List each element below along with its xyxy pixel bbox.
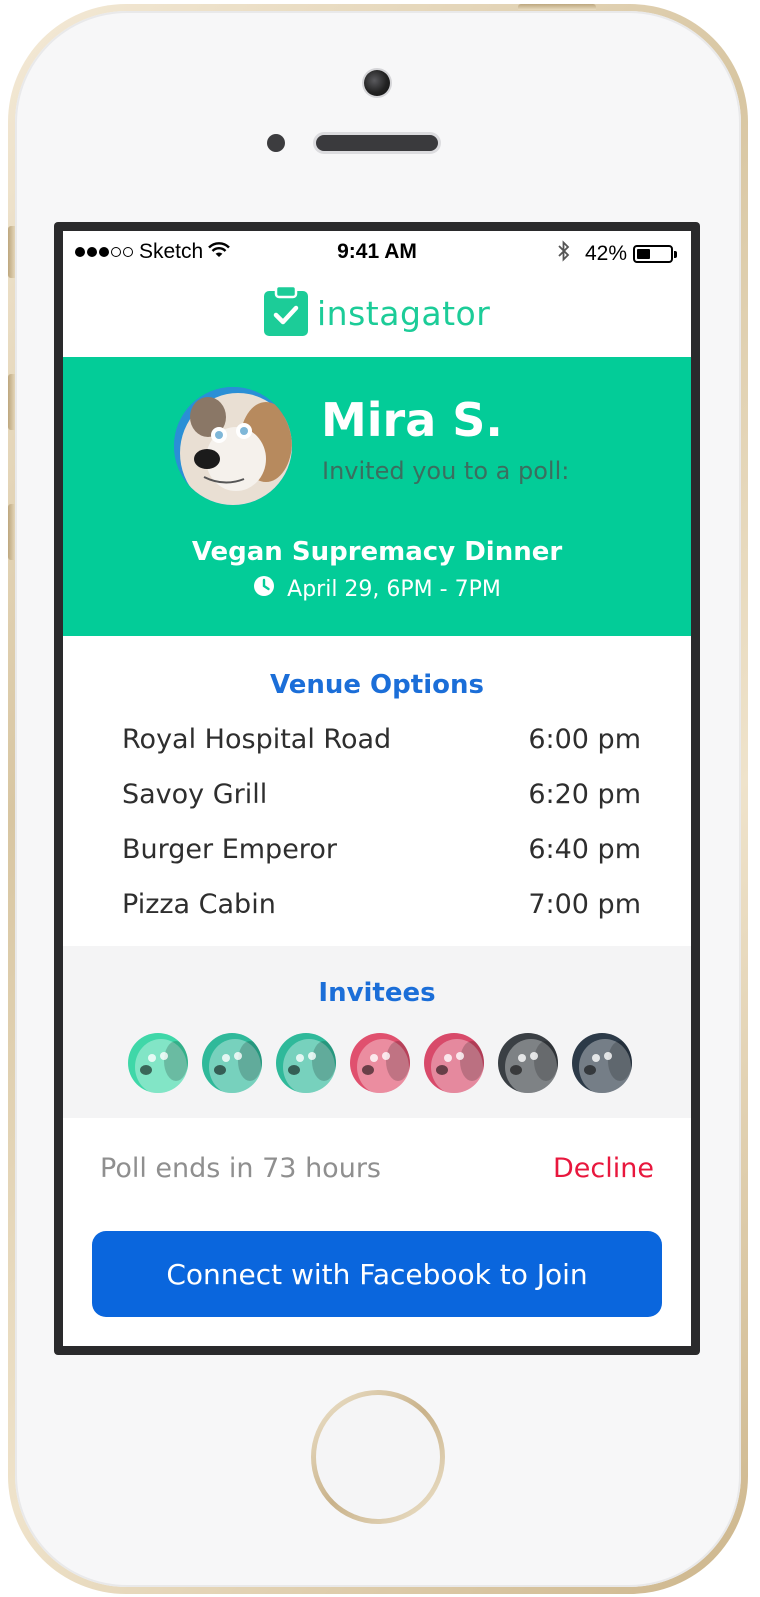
battery-cap [674, 250, 677, 258]
clock-icon [253, 575, 275, 603]
poll-ends-text: Poll ends in 73 hours [100, 1153, 381, 1184]
battery-percentage: 42% [584, 242, 627, 265]
venue-time: 6:20 pm [528, 779, 641, 810]
front-camera [364, 70, 390, 96]
host-avatar[interactable] [174, 387, 292, 505]
invitee-avatar[interactable] [202, 1033, 262, 1093]
invitee-avatar[interactable] [128, 1033, 188, 1093]
screen-bezel: Sketch 9:41 AM 42% instagator Mira S. In… [54, 222, 700, 1355]
invitee-avatar-list [128, 1033, 632, 1093]
app-display: Sketch 9:41 AM 42% instagator Mira S. In… [63, 231, 691, 1346]
venue-name: Pizza Cabin [122, 889, 276, 920]
invitees-section: Invitees [63, 946, 691, 1118]
venue-time: 7:00 pm [528, 889, 641, 920]
venue-time: 6:00 pm [528, 724, 641, 755]
invitee-avatar[interactable] [498, 1033, 558, 1093]
decline-link[interactable]: Decline [553, 1153, 654, 1184]
invitee-avatar[interactable] [572, 1033, 632, 1093]
invitation-banner: Mira S. Invited you to a poll: Vegan Sup… [63, 357, 691, 636]
proximity-sensor [267, 134, 285, 152]
app-name: instagator [317, 294, 491, 333]
earpiece-speaker [316, 135, 438, 151]
event-time: April 29, 6PM - 7PM [63, 575, 691, 603]
battery-level [637, 249, 650, 259]
venue-option-row[interactable]: Burger Emperor 6:40 pm [122, 834, 641, 874]
invitee-avatar[interactable] [424, 1033, 484, 1093]
event-time-label: April 29, 6PM - 7PM [287, 576, 501, 602]
invitee-avatar[interactable] [350, 1033, 410, 1093]
power-button [518, 4, 596, 10]
app-logo: instagator [263, 284, 491, 342]
venue-option-row[interactable]: Savoy Grill 6:20 pm [122, 779, 641, 819]
invitee-avatar[interactable] [276, 1033, 336, 1093]
host-name: Mira S. [321, 393, 503, 447]
venue-name: Savoy Grill [122, 779, 268, 810]
venue-name: Burger Emperor [122, 834, 337, 865]
invite-message: Invited you to a poll: [322, 457, 570, 485]
venue-name: Royal Hospital Road [122, 724, 392, 755]
app-header: instagator [63, 273, 691, 357]
invitees-title: Invitees [318, 978, 436, 1008]
venue-option-row[interactable]: Pizza Cabin 7:00 pm [122, 889, 641, 929]
home-button[interactable] [311, 1390, 445, 1524]
venue-options-section: Venue Options Royal Hospital Road 6:00 p… [63, 636, 691, 946]
clipboard-check-icon [263, 284, 309, 342]
event-title: Vegan Supremacy Dinner [191, 537, 563, 567]
connect-facebook-join-button[interactable]: Connect with Facebook to Join [92, 1231, 662, 1317]
venue-options-title: Venue Options [270, 670, 484, 700]
bluetooth-icon [557, 240, 571, 268]
venue-option-row[interactable]: Royal Hospital Road 6:00 pm [122, 724, 641, 764]
status-bar: Sketch 9:41 AM 42% [63, 231, 691, 273]
battery-icon [633, 245, 673, 263]
status-right: 42% [557, 240, 677, 268]
venue-time: 6:40 pm [528, 834, 641, 865]
